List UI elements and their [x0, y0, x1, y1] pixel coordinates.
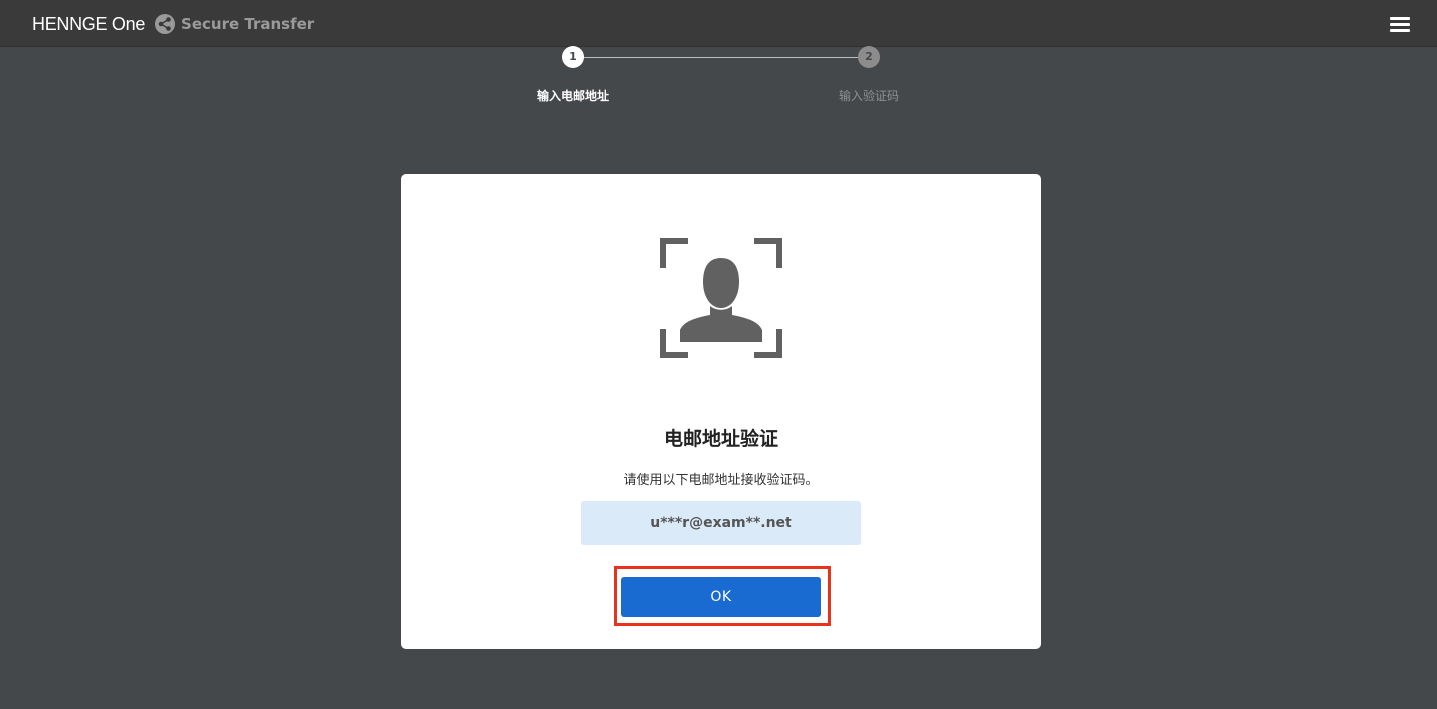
masked-email-display: u***r@exam**.net: [581, 501, 861, 545]
step-1-indicator: 1: [562, 46, 584, 68]
product-name: Secure Transfer: [181, 15, 315, 33]
hamburger-menu-icon[interactable]: [1390, 15, 1412, 33]
share-icon: [155, 14, 176, 34]
stepper-connector-line: [573, 57, 869, 58]
dialog-title: 电邮地址验证: [663, 428, 778, 450]
brand-logo: HENNGE One: [32, 13, 146, 34]
step-2-label: 输入验证码: [838, 89, 899, 103]
step-1-label: 输入电邮地址: [536, 89, 609, 103]
ok-button[interactable]: OK: [621, 577, 821, 617]
dialog-description: 请使用以下电邮地址接收验证码。: [623, 473, 819, 488]
email-verification-dialog: 电邮地址验证 请使用以下电邮地址接收验证码。 u***r@exam**.net …: [401, 174, 1041, 649]
brand[interactable]: HENNGE One Secure Transfer: [32, 12, 314, 36]
face-recognition-icon: [660, 238, 782, 358]
top-bar: HENNGE One Secure Transfer: [0, 0, 1437, 47]
step-2-indicator: 2: [858, 46, 880, 68]
